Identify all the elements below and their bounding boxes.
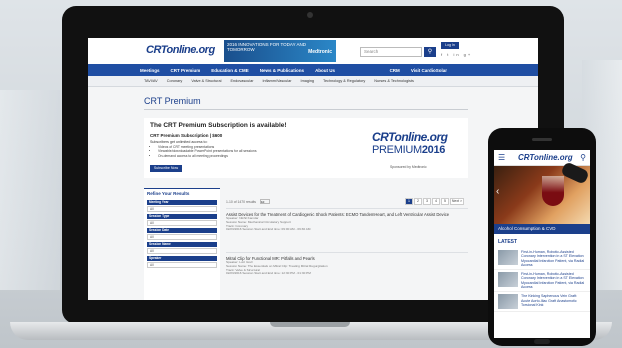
refine-sidebar: Refine Your Results Meeting Year All Ses… [144,188,220,300]
subnav-item-nurses[interactable]: Nurses & Technologists [374,79,414,83]
page-5[interactable]: 5 [441,198,449,205]
title-divider [144,109,468,110]
hero-image[interactable]: ‹ [494,161,590,224]
search-icon: ⚲ [427,49,433,55]
phone: ☰ CRTonline.org ⚲ ‹ Alcohol Consumption … [488,128,596,346]
sub-nav: TAVI/AV Coronary Valve & Structural Endo… [88,76,538,87]
article-thumbnail [498,250,518,265]
premium-logo-word: PREMIUM [372,144,422,156]
list-item[interactable]: The Kinking Saphenous Vein Graft: Acute … [494,292,590,313]
hero-caption[interactable]: Alcohol Consumption & CVD [494,224,590,234]
subnav-item-valve[interactable]: Valve & Structural [191,79,221,83]
laptop-screen: CRTonline.org 2016 INNOVATIONS FOR TODAY… [88,38,538,300]
premium-promo: The CRT Premium Subscription is availabl… [144,118,468,178]
facet-label: Speaker [147,256,217,261]
login-button[interactable]: Log In [441,42,459,49]
premium-lead: Subscribers get unlimited access to: [150,140,208,144]
page-1[interactable]: 1 [405,198,413,205]
page-4[interactable]: 4 [432,198,440,205]
carousel-prev-icon[interactable]: ‹ [496,186,499,197]
phone-home-button[interactable] [534,339,550,344]
results-count: 1-10 of 1470 results [226,200,256,204]
per-page-select[interactable]: 10 [260,199,270,204]
facet-label: Session Name [147,242,217,247]
facet-session-name: Session Name All [147,242,217,254]
facet-label: Session Type [147,214,217,219]
phone-screen: ☰ CRTonline.org ⚲ ‹ Alcohol Consumption … [494,150,590,338]
list-item[interactable]: First-in-Human, Robotic-Assisted Coronar… [494,248,590,271]
result-date: 02/23/2016 Session Start and End time: 0… [226,227,311,232]
facet-session-date: Session Date All [147,228,217,240]
page-3[interactable]: 3 [423,198,431,205]
search-icon[interactable]: ⚲ [580,153,586,162]
subnav-item-endovascular[interactable]: Endovascular [230,79,253,83]
nav-item-news[interactable]: News & Publications [260,68,304,73]
laptop-notch [270,322,350,327]
premium-price: CRT Premium Subscription | $600 [150,133,223,138]
wine-glass-shape [542,176,564,206]
facet-speaker: Speaker All [147,256,217,268]
facet-label: Session Date [147,228,217,233]
article-thumbnail [498,294,518,310]
next-page-button[interactable]: Next > [450,198,464,205]
site-header: CRTonline.org 2016 INNOVATIONS FOR TODAY… [88,38,538,64]
article-title: First-in-Human, Robotic-Assisted Coronar… [521,250,585,267]
result-item: Mitral Clip for Functional MR: Pitfalls … [226,252,468,276]
subnav-item-tavi[interactable]: TAVI/AV [144,79,158,83]
social-icons[interactable]: f t in g+ [441,52,472,57]
facet-select[interactable]: All [147,234,217,240]
subnav-item-technology[interactable]: Technology & Regulatory [323,79,365,83]
subscribe-button[interactable]: Subscribe Now [150,165,182,172]
subnav-item-inflamm[interactable]: Inflamm/Vascular [262,79,291,83]
premium-benefits: Videos of CRT meeting presentations View… [158,145,257,158]
article-thumbnail [498,272,518,288]
nav-item-crm[interactable]: CRM [390,68,400,73]
article-title: First-in-Human, Robotic-Assisted Coronar… [521,272,585,290]
pagination: 1 2 3 4 5 Next > [404,198,464,205]
page-2[interactable]: 2 [414,198,422,205]
facet-meeting-year: Meeting Year All [147,200,217,212]
result-title[interactable]: Assist Devices for the Treatment of Card… [226,212,468,217]
facet-label: Meeting Year [147,200,217,205]
facet-session-type: Session Type All [147,214,217,226]
facet-select[interactable]: All [147,220,217,226]
facet-select[interactable]: All [147,248,217,254]
refine-title: Refine Your Results [147,191,190,196]
facet-select[interactable]: All [147,262,217,268]
sponsor-text: Sponsored by Medtronic [390,165,427,169]
background-window-left [0,90,60,290]
mobile-logo[interactable]: CRTonline.org [518,153,573,162]
nav-right: CRM Visit CardioSolar [390,68,458,73]
benefit-item: On-demand access to all meeting proceedi… [158,154,257,158]
search-input[interactable]: Search [360,47,422,57]
article-title: The Kinking Saphenous Vein Graft: Acute … [521,294,578,307]
nav-item-crt-premium[interactable]: CRT Premium [171,68,201,73]
phone-speaker [532,138,552,141]
search-button[interactable]: ⚲ [424,47,436,57]
facet-select[interactable]: All [147,206,217,212]
ad-banner[interactable]: 2016 INNOVATIONS FOR TODAY AND TOMORROW … [224,40,336,62]
premium-logo-top: CRTonline.org [372,130,448,144]
hamburger-menu-icon[interactable]: ☰ [498,154,505,162]
mobile-header: ☰ CRTonline.org ⚲ [494,150,590,166]
nav-item-cardiosolar[interactable]: Visit CardioSolar [411,68,447,73]
banner-brand: Medtronic [308,49,332,55]
premium-heading: The CRT Premium Subscription is availabl… [150,122,287,129]
list-item[interactable]: First-in-Human, Robotic-Assisted Coronar… [494,270,590,293]
nav-item-education[interactable]: Education & CME [211,68,249,73]
nav-item-about[interactable]: About Us [315,68,335,73]
main-nav: Meetings CRT Premium Education & CME New… [88,64,538,76]
premium-logo: PREMIUM2016 [372,144,445,156]
result-date: 02/23/2016 Session Start and End time: 1… [226,271,311,276]
premium-logo-year: 2016 [421,144,446,156]
latest-heading: LATEST [498,239,518,245]
subnav-item-imaging[interactable]: Imaging [301,79,315,83]
site-logo[interactable]: CRTonline.org [146,44,215,56]
result-item: Assist Devices for the Treatment of Card… [226,208,468,232]
subnav-item-coronary[interactable]: Coronary [167,79,183,83]
page-title: CRT Premium [144,96,201,106]
laptop-camera [307,12,313,18]
banner-text: 2016 INNOVATIONS FOR TODAY AND TOMORROW [227,42,307,52]
nav-item-meetings[interactable]: Meetings [140,68,160,73]
